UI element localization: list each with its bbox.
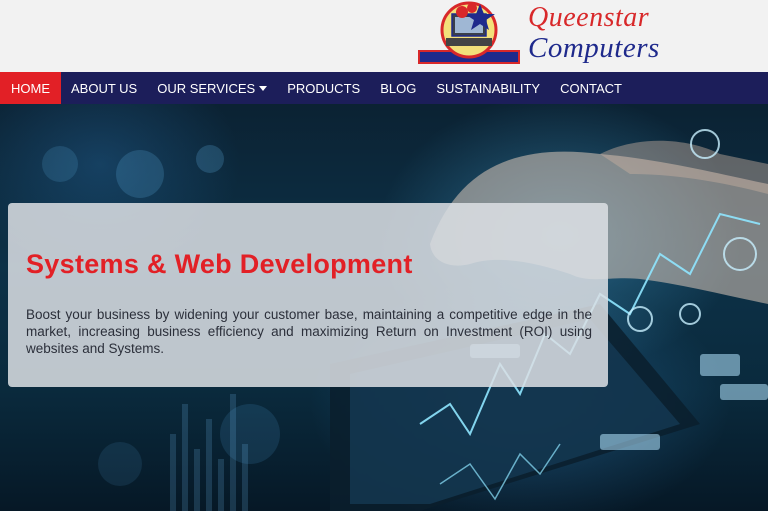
nav-item-contact[interactable]: CONTACT — [550, 72, 632, 104]
main-nav: HOME ABOUT US OUR SERVICES PRODUCTS BLOG… — [0, 72, 768, 104]
nav-item-products[interactable]: PRODUCTS — [277, 72, 370, 104]
site-logo[interactable]: Queenstar Computers — [414, 0, 714, 72]
caret-down-icon — [259, 86, 268, 91]
nav-item-blog[interactable]: BLOG — [370, 72, 426, 104]
nav-item-home[interactable]: HOME — [0, 72, 61, 104]
hero-card: Systems & Web Development Boost your bus… — [8, 203, 608, 387]
logo-text-computers: Computers — [528, 32, 660, 64]
queenstar-emblem-icon — [418, 1, 520, 64]
nav-item-sustainability[interactable]: SUSTAINABILITY — [426, 72, 550, 104]
hero-description: Boost your business by widening your cus… — [26, 307, 592, 356]
logo-text-queenstar: Queenstar — [528, 2, 650, 33]
hero-banner: Systems & Web Development Boost your bus… — [0, 104, 768, 511]
nav-item-our-services-label: OUR SERVICES — [157, 80, 256, 96]
site-header: Queenstar Computers — [0, 0, 768, 72]
nav-item-our-services[interactable]: OUR SERVICES — [147, 72, 277, 104]
nav-item-about-us[interactable]: ABOUT US — [61, 72, 147, 104]
hero-title: Systems & Web Development — [26, 249, 413, 279]
